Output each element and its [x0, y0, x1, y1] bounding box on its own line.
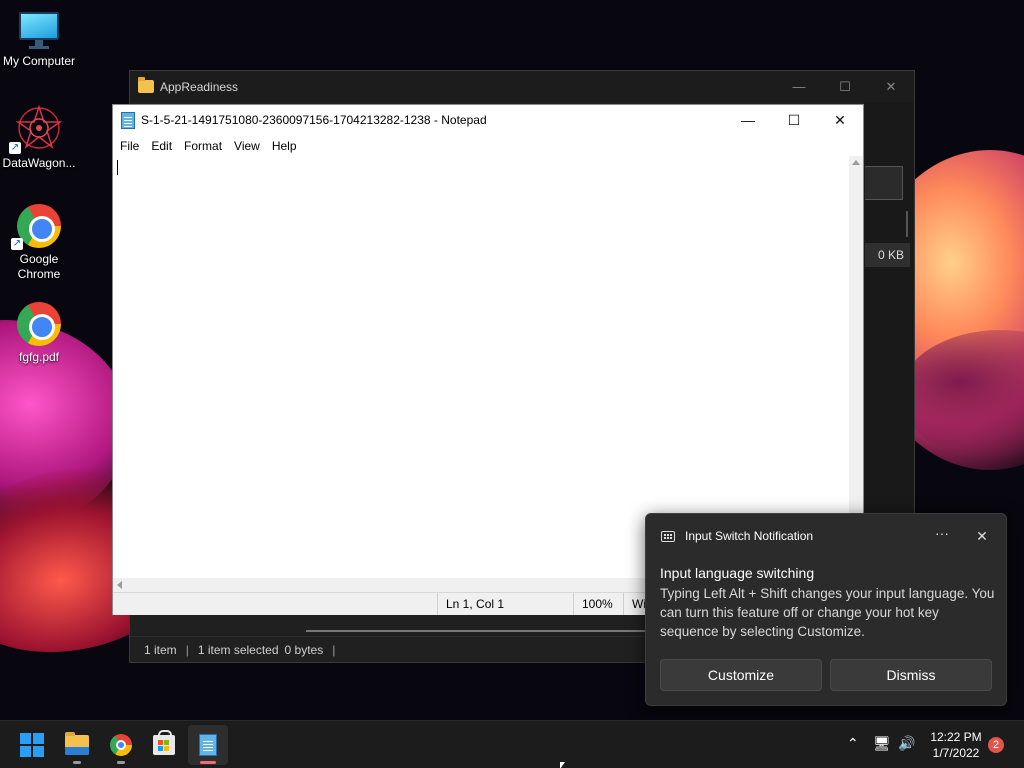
- scroll-up-arrow-icon[interactable]: [852, 160, 860, 165]
- desktop-icon-fgfg-pdf[interactable]: fgfg.pdf: [1, 302, 77, 365]
- notepad-menu-bar: File Edit Format View Help: [113, 135, 863, 156]
- running-indicator: [117, 761, 125, 764]
- shortcut-arrow-icon: ↗: [9, 142, 21, 154]
- zoom-level: 100%: [573, 593, 623, 615]
- notepad-close-button[interactable]: ✕: [817, 105, 863, 135]
- notification-title: Input language switching: [660, 565, 815, 581]
- notepad-icon: [121, 111, 135, 129]
- desktop-icon-label: fgfg.pdf: [18, 350, 60, 364]
- notification-count-badge[interactable]: 2: [988, 737, 1004, 753]
- keyboard-icon: [661, 530, 675, 542]
- taskbar-store[interactable]: [144, 725, 184, 765]
- taskbar-chrome[interactable]: [101, 725, 141, 765]
- shortcut-arrow-icon: ↗: [11, 238, 23, 250]
- scroll-left-arrow-icon[interactable]: [117, 581, 122, 589]
- chrome-icon: [17, 302, 61, 346]
- show-hidden-icons-chevron-icon[interactable]: ⌃: [847, 735, 859, 752]
- explorer-maximize-button[interactable]: ☐: [822, 71, 868, 102]
- start-icon: [20, 733, 44, 757]
- taskbar-notepad[interactable]: [188, 725, 228, 765]
- status-separator: |: [185, 642, 189, 657]
- active-indicator: [200, 761, 216, 764]
- notepad-icon: [199, 734, 217, 756]
- clock-date: 1/7/2022: [932, 746, 980, 760]
- close-icon[interactable]: ✕: [970, 526, 994, 546]
- status-separator: |: [332, 642, 336, 657]
- file-explorer-icon: [65, 732, 89, 755]
- network-icon[interactable]: 🖥: [873, 735, 891, 752]
- desktop-icon-google-chrome[interactable]: ↗ Google Chrome: [1, 204, 77, 282]
- dismiss-button[interactable]: Dismiss: [830, 659, 992, 691]
- menu-edit[interactable]: Edit: [145, 139, 178, 153]
- explorer-horizontal-scrollbar[interactable]: [306, 630, 646, 632]
- explorer-title: AppReadiness: [160, 79, 239, 94]
- menu-view[interactable]: View: [228, 139, 266, 153]
- menu-file[interactable]: File: [114, 139, 145, 153]
- item-count: 1 item: [144, 642, 177, 657]
- folder-icon: [138, 77, 154, 93]
- taskbar-file-explorer[interactable]: [57, 725, 97, 765]
- desktop-icon-my-computer[interactable]: My Computer: [1, 10, 77, 69]
- menu-help[interactable]: Help: [266, 139, 303, 153]
- selected-size: 0 bytes: [284, 642, 324, 657]
- taskbar: ⌃ 🖥 🔊 12:22 PM 1/7/2022 2: [0, 720, 1024, 768]
- volume-icon[interactable]: 🔊: [898, 735, 915, 752]
- desktop-icon-label: DataWagon...: [2, 156, 76, 170]
- text-caret: [117, 160, 118, 175]
- clock-time: 12:22 PM: [930, 730, 982, 744]
- cursor-position: Ln 1, Col 1: [437, 593, 573, 615]
- explorer-minimize-button[interactable]: —: [776, 71, 822, 102]
- monitor-icon: [17, 10, 61, 50]
- notepad-minimize-button[interactable]: —: [725, 105, 771, 135]
- chrome-icon: ↗: [11, 204, 61, 250]
- taskbar-clock[interactable]: 12:22 PM 1/7/2022: [920, 729, 992, 761]
- customize-button[interactable]: Customize: [660, 659, 822, 691]
- datawagon-icon: ↗: [9, 104, 63, 154]
- store-icon: [153, 730, 175, 755]
- selected-count: 1 item selected: [197, 642, 279, 657]
- file-size-cell[interactable]: 0 KB: [865, 243, 910, 267]
- explorer-close-button[interactable]: ✕: [868, 71, 914, 102]
- more-options-button[interactable]: ···: [930, 526, 954, 546]
- mouse-cursor-icon: [560, 762, 565, 768]
- desktop-icon-label: Google Chrome: [17, 252, 61, 281]
- running-indicator: [73, 761, 81, 764]
- chrome-icon: [110, 734, 132, 756]
- menu-format[interactable]: Format: [178, 139, 228, 153]
- desktop-icon-datawagon[interactable]: ↗ DataWagon...: [1, 104, 77, 171]
- explorer-divider: [906, 211, 908, 237]
- explorer-search-box[interactable]: [865, 166, 903, 200]
- input-switch-notification[interactable]: Input Switch Notification ··· ✕ Input la…: [645, 513, 1007, 706]
- notepad-maximize-button[interactable]: ☐: [771, 105, 817, 135]
- notification-body: Typing Left Alt + Shift changes your inp…: [660, 586, 995, 639]
- desktop-icon-label: My Computer: [2, 54, 76, 68]
- start-button[interactable]: [12, 725, 52, 765]
- notification-app-name: Input Switch Notification: [685, 529, 814, 543]
- notepad-title: S-1-5-21-1491751080-2360097156-170421328…: [141, 113, 487, 127]
